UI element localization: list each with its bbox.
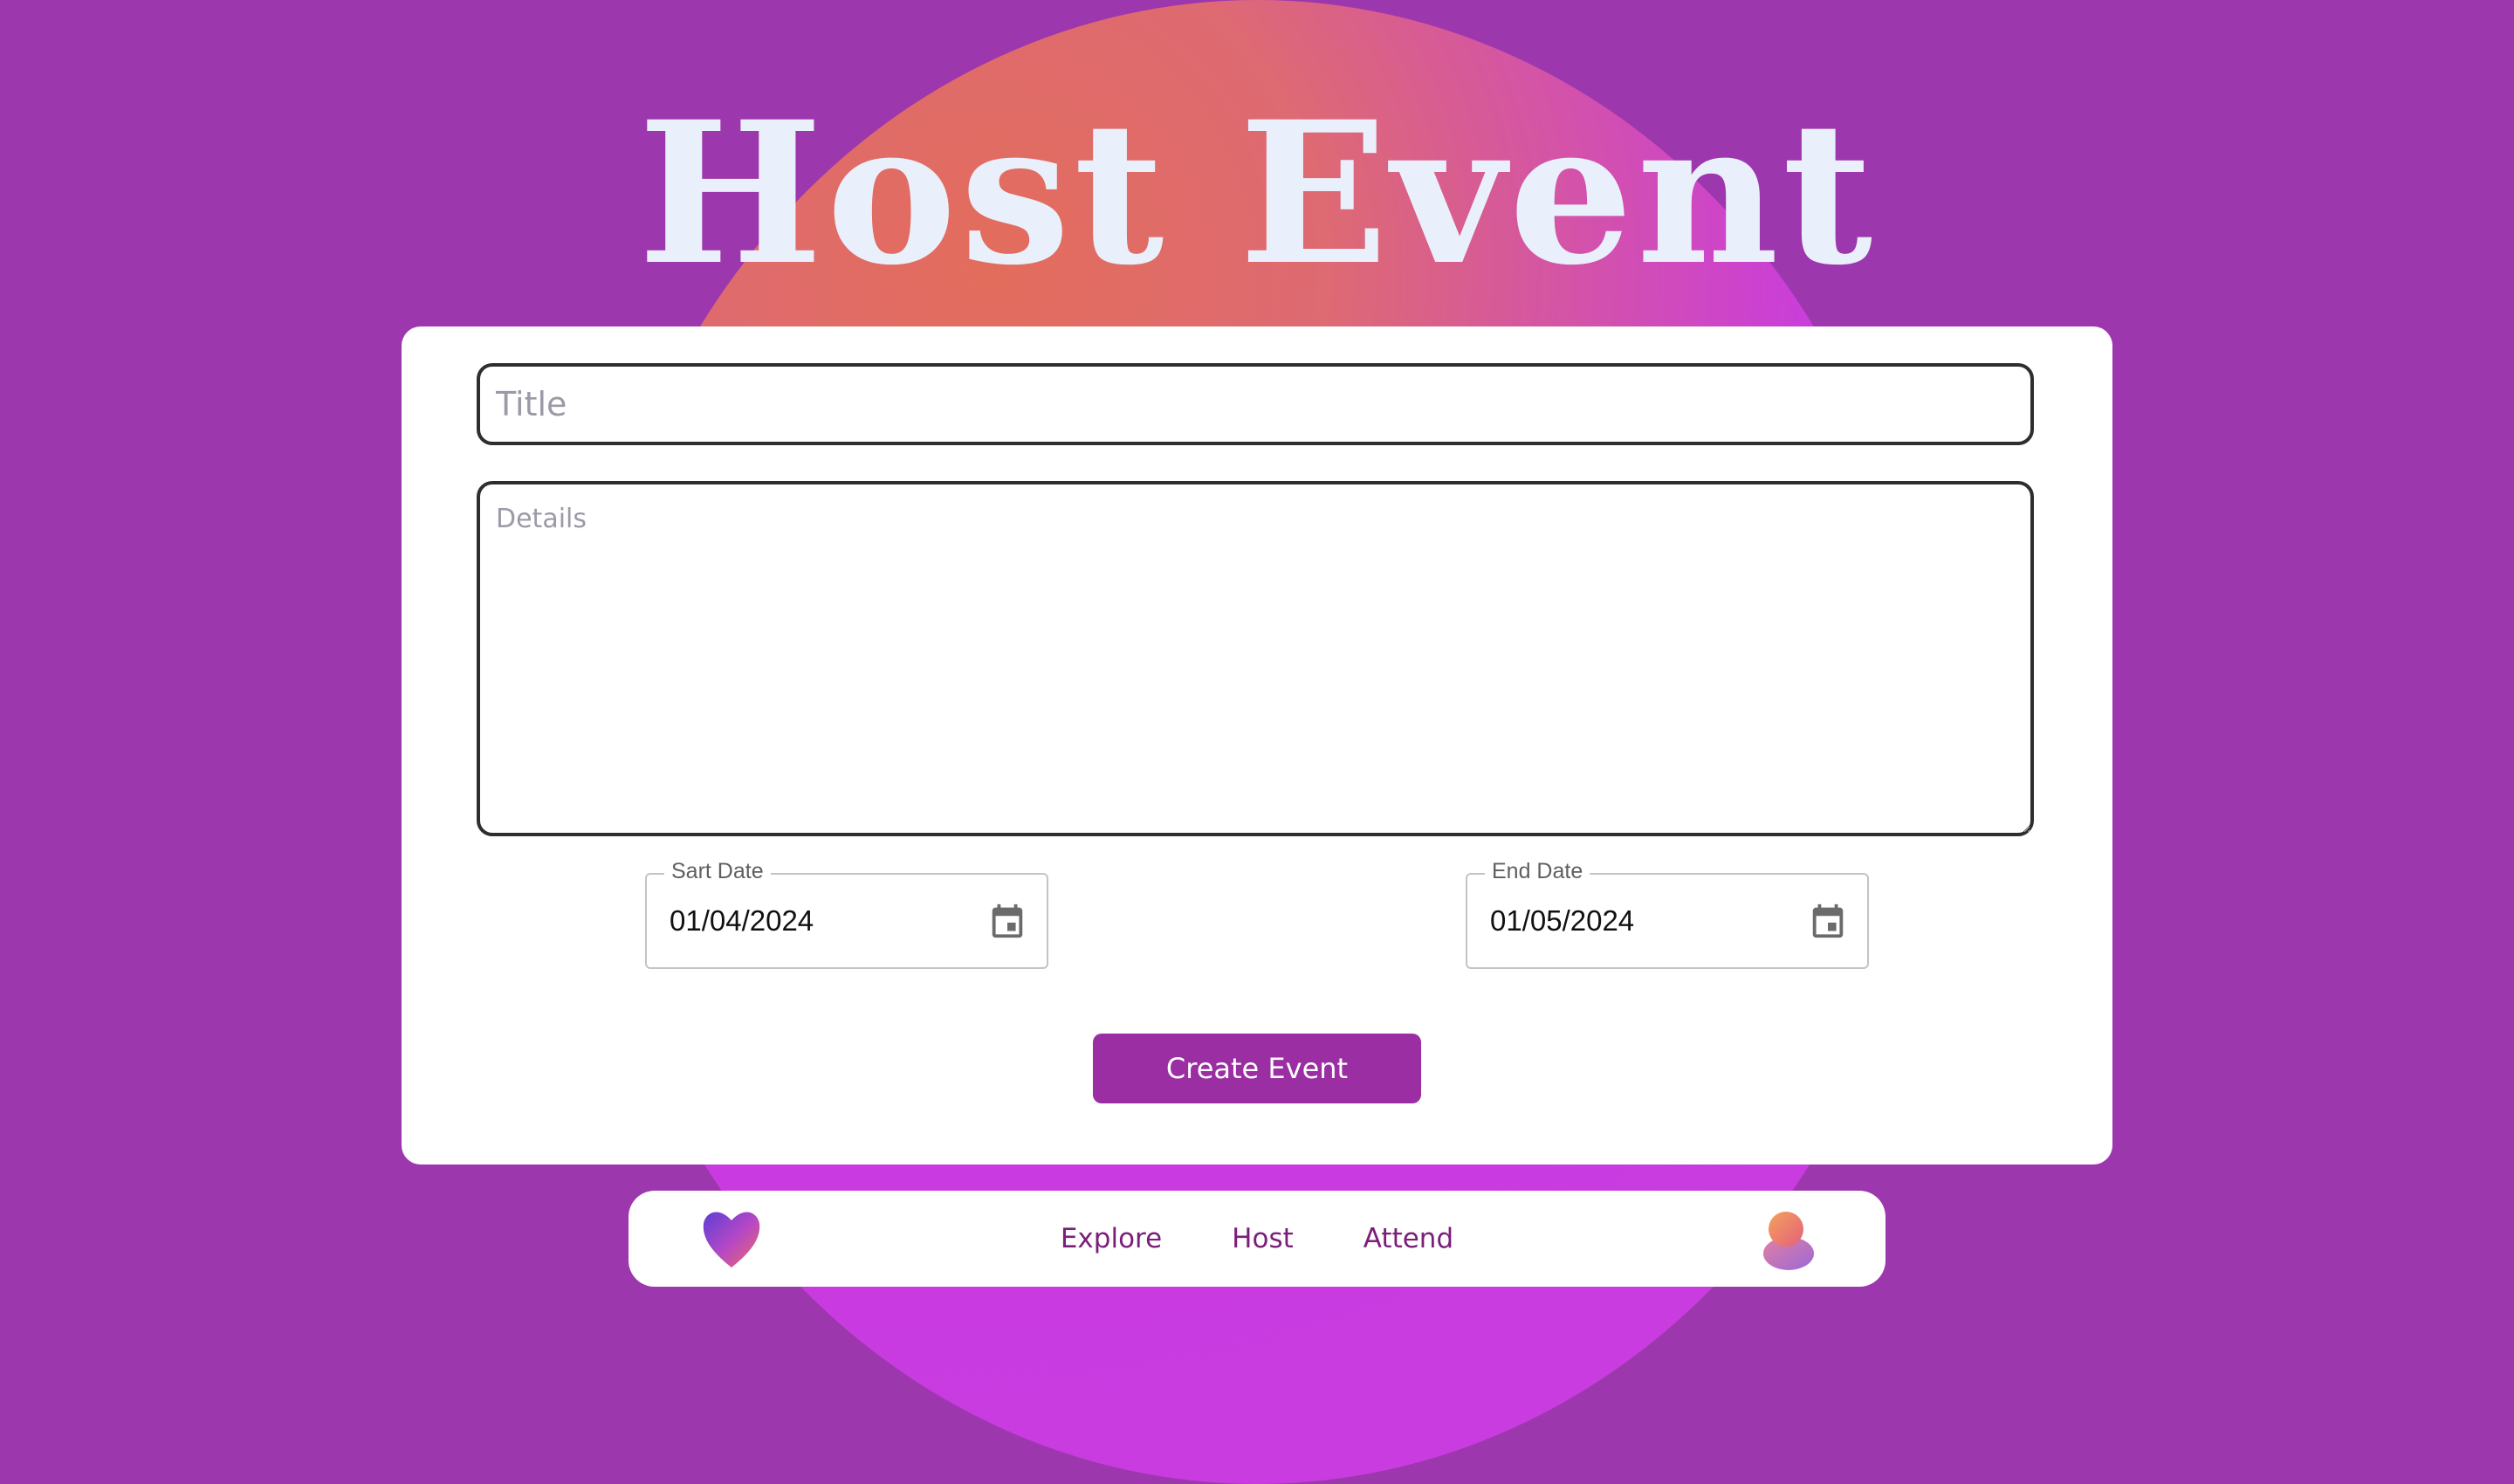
end-date-label: End Date [1485,859,1590,884]
nav-link-explore[interactable]: Explore [1061,1223,1162,1254]
calendar-icon[interactable] [987,901,1027,941]
details-textarea[interactable] [477,481,2034,836]
nav-link-attend[interactable]: Attend [1363,1223,1453,1254]
nav-link-host[interactable]: Host [1232,1223,1294,1254]
avatar-icon[interactable] [1762,1208,1816,1271]
heart-logo-icon[interactable] [702,1208,761,1269]
create-event-button[interactable]: Create Event [1093,1034,1421,1103]
start-date-value: 01/04/2024 [670,904,814,937]
page-title: Host Event [637,79,1877,308]
start-date-field[interactable]: Sart Date 01/04/2024 [645,859,1048,969]
calendar-icon[interactable] [1808,901,1848,941]
event-form-card: Sart Date 01/04/2024 End Date 01/05/2024… [402,326,2112,1165]
nav-links: Explore Host Attend [628,1191,1886,1287]
end-date-value: 01/05/2024 [1490,904,1635,937]
end-date-field[interactable]: End Date 01/05/2024 [1466,859,1869,969]
bottom-nav-bar: Explore Host Attend [628,1191,1886,1287]
title-input[interactable] [477,363,2034,445]
start-date-label: Sart Date [664,859,771,884]
